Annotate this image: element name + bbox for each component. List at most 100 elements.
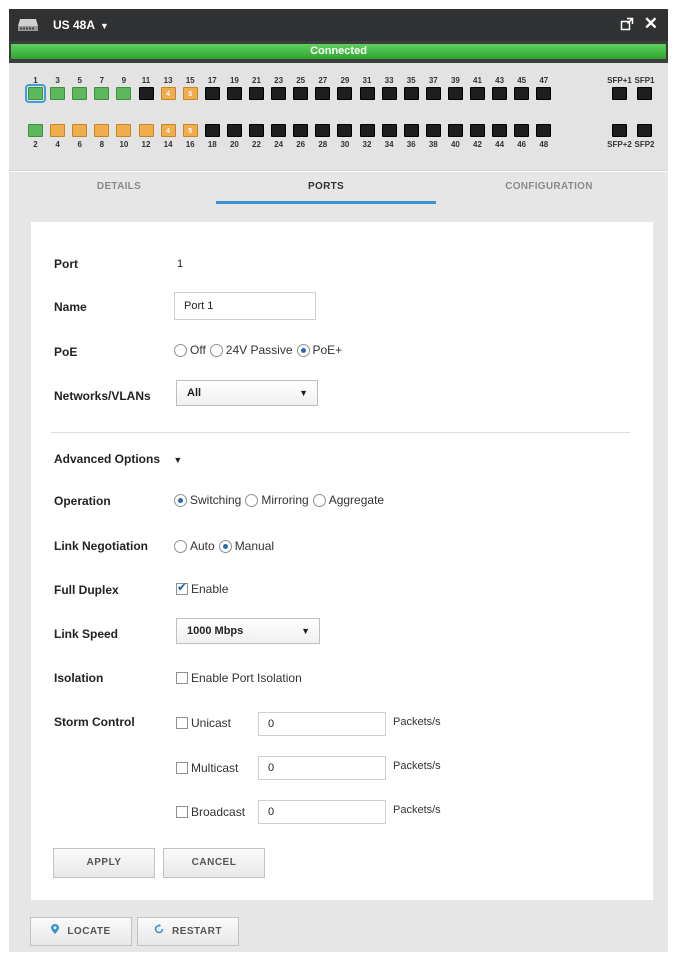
port-settings-card bbox=[31, 222, 653, 900]
port-status-indicator bbox=[293, 87, 309, 100]
port-status-indicator bbox=[514, 124, 530, 137]
port-status-indicator bbox=[315, 124, 331, 137]
port-status-indicator bbox=[425, 124, 441, 137]
port-status-indicator bbox=[50, 87, 66, 100]
unicast-option: Unicast bbox=[176, 716, 231, 730]
port-number: 8 bbox=[99, 140, 105, 149]
locate-label: LOCATE bbox=[67, 926, 111, 937]
port-number: 12 bbox=[141, 140, 151, 149]
port-number: 6 bbox=[77, 140, 82, 149]
tab-ports[interactable]: PORTS bbox=[216, 172, 436, 204]
link-speed-select[interactable]: 1000 Mbps ▼ bbox=[176, 618, 320, 644]
tab-details[interactable]: DETAILS bbox=[9, 172, 229, 204]
multicast-checkbox[interactable] bbox=[176, 762, 188, 774]
port-status-indicator bbox=[514, 87, 530, 100]
port-number: 41 bbox=[473, 76, 482, 85]
port-status-indicator bbox=[116, 87, 132, 100]
advanced-options-toggle[interactable]: Advanced Options ▼ bbox=[54, 452, 182, 466]
port-number: 42 bbox=[473, 140, 482, 149]
port-number: 37 bbox=[428, 76, 438, 85]
broadcast-rate-input[interactable] bbox=[258, 800, 386, 824]
switching-radio[interactable] bbox=[174, 493, 187, 507]
port-status-indicator bbox=[536, 87, 552, 100]
networks-label: Networks/VLANs bbox=[54, 389, 151, 403]
port-status-indicator bbox=[536, 124, 552, 137]
full-duplex-label: Full Duplex bbox=[54, 583, 119, 597]
port-status-indicator bbox=[271, 124, 287, 137]
restart-label: RESTART bbox=[172, 926, 222, 937]
operation-label: Operation bbox=[54, 494, 111, 508]
manual-radio[interactable] bbox=[218, 539, 232, 553]
restart-button[interactable]: RESTART bbox=[137, 917, 239, 946]
port-status-indicator bbox=[447, 124, 463, 137]
unicast-rate-input[interactable] bbox=[258, 712, 386, 736]
aggregate-radio[interactable] bbox=[312, 493, 326, 507]
port-label: Port bbox=[54, 257, 78, 271]
networks-value: All bbox=[187, 387, 202, 399]
port-number: 3 bbox=[55, 76, 60, 85]
device-selector[interactable]: US 48A ▼ bbox=[53, 18, 109, 32]
port-status-indicator bbox=[403, 87, 419, 100]
port-number: 39 bbox=[450, 76, 460, 85]
advanced-options-label: Advanced Options bbox=[54, 452, 161, 466]
broadcast-label: Broadcast bbox=[191, 805, 246, 819]
apply-button[interactable]: APPLY bbox=[53, 848, 155, 878]
port-number: 38 bbox=[428, 140, 438, 149]
port-status-indicator bbox=[25, 84, 46, 103]
auto-radio[interactable] bbox=[174, 539, 187, 553]
full-duplex-option: Enable bbox=[176, 580, 229, 596]
poe-plus-radio[interactable] bbox=[296, 343, 310, 357]
link-speed-label: Link Speed bbox=[54, 627, 119, 641]
port-number: 34 bbox=[384, 140, 394, 149]
poe-radio-group: Off 24V Passive PoE+ bbox=[174, 343, 346, 357]
tab-configuration[interactable]: CONFIGURATION bbox=[439, 172, 659, 204]
port-status-indicator bbox=[28, 124, 43, 137]
port-status-indicator bbox=[204, 87, 220, 100]
port-number: 30 bbox=[340, 140, 350, 149]
multicast-rate-input[interactable] bbox=[258, 756, 386, 780]
port-number: 23 bbox=[274, 76, 284, 85]
link-negotiation-label: Link Negotiation bbox=[54, 539, 148, 553]
mirroring-radio[interactable] bbox=[245, 493, 259, 507]
port-number: 13 bbox=[163, 76, 173, 85]
port-status-indicator bbox=[138, 124, 154, 137]
port-number: 7 bbox=[99, 76, 105, 85]
multicast-label: Multicast bbox=[191, 761, 239, 775]
popout-icon[interactable] bbox=[620, 17, 634, 31]
close-icon[interactable]: ✕ bbox=[644, 15, 658, 33]
port-number: 10 bbox=[119, 140, 129, 149]
broadcast-option: Broadcast bbox=[176, 805, 245, 819]
networks-select[interactable]: All ▼ bbox=[176, 380, 318, 406]
caret-down-icon: ▼ bbox=[100, 21, 109, 31]
port-number: 11 bbox=[141, 76, 151, 85]
switching-label: Switching bbox=[190, 493, 242, 507]
name-input[interactable] bbox=[174, 292, 316, 320]
poe-24v-radio[interactable] bbox=[209, 343, 223, 357]
cancel-button[interactable]: CANCEL bbox=[163, 848, 265, 878]
poe-off-radio[interactable] bbox=[174, 343, 187, 357]
port-status-indicator: 4 bbox=[160, 124, 176, 137]
port-number: 32 bbox=[362, 140, 372, 149]
port-status-indicator bbox=[293, 124, 309, 137]
isolation-checkbox[interactable] bbox=[176, 672, 188, 684]
storm-control-label: Storm Control bbox=[54, 715, 135, 729]
connection-status: Connected bbox=[11, 44, 666, 59]
port-status-indicator bbox=[381, 87, 397, 100]
unicast-checkbox[interactable] bbox=[176, 717, 188, 729]
port-number: 43 bbox=[495, 76, 505, 85]
broadcast-checkbox[interactable] bbox=[176, 806, 188, 818]
port-number: 45 bbox=[517, 76, 527, 85]
port-status-indicator bbox=[612, 124, 627, 137]
full-duplex-checkbox[interactable] bbox=[176, 580, 188, 595]
port-number: 26 bbox=[296, 140, 306, 149]
port-status-indicator bbox=[425, 87, 441, 100]
port-status-indicator bbox=[315, 87, 331, 100]
port-status-indicator bbox=[359, 124, 375, 137]
unicast-label: Unicast bbox=[191, 716, 232, 730]
port-status-indicator bbox=[403, 124, 419, 137]
switch-device-icon bbox=[18, 19, 38, 31]
locate-button[interactable]: LOCATE bbox=[30, 917, 132, 946]
dropdown-arrow-icon: ▼ bbox=[299, 388, 308, 398]
port-number: 20 bbox=[229, 140, 239, 149]
full-duplex-enable-label: Enable bbox=[191, 582, 229, 596]
